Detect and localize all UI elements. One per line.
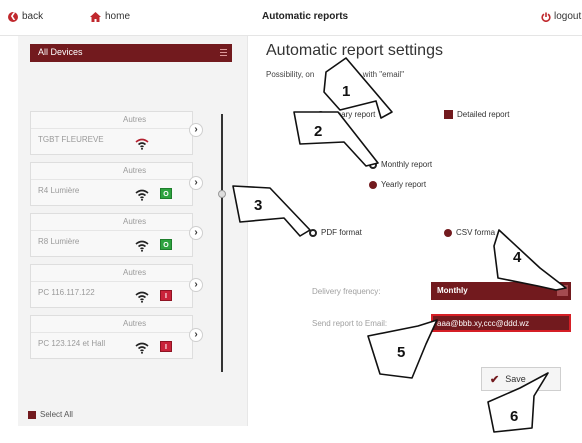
device-expand-button[interactable]: › (189, 226, 203, 240)
csv-format-radio[interactable]: CSV forma (444, 228, 495, 237)
back-arrow-icon: ❮ (8, 11, 18, 22)
pointer-4-icon (493, 229, 567, 291)
divider (31, 281, 192, 282)
device-expand-button[interactable]: › (189, 278, 203, 292)
detailed-report-option[interactable]: Detailed report (444, 110, 509, 119)
device-type: Autres (123, 115, 147, 124)
save-label: Save (505, 374, 526, 384)
step-6-label: 6 (510, 408, 518, 425)
pointer-2-icon (293, 111, 379, 167)
device-name: R8 Lumière (38, 237, 80, 246)
device-expand-button[interactable]: › (189, 123, 203, 137)
device-name: PC 116.117.122 (38, 288, 95, 297)
home-label: home (105, 11, 131, 22)
settings-title: Automatic report settings (266, 42, 443, 59)
wifi-icon (135, 189, 149, 201)
status-badge: O (160, 188, 172, 199)
step-1-label: 1 (342, 83, 350, 100)
divider (31, 179, 192, 180)
email-label: Send report to Email: (312, 319, 388, 328)
pdf-format-label: PDF format (321, 228, 362, 237)
device-name: PC 123.124 et Hall (38, 339, 106, 348)
wifi-icon (135, 342, 149, 354)
step-5-label: 5 (397, 344, 405, 361)
device-card[interactable]: Autres R8 Lumière O (30, 213, 193, 257)
divider (31, 332, 192, 333)
select-all-checkbox[interactable]: Select All (28, 410, 73, 419)
csv-format-label: CSV forma (456, 228, 496, 237)
logout-label: logout (554, 11, 582, 22)
wifi-icon (135, 138, 149, 150)
device-filter-value: All Devices (38, 47, 83, 57)
list-scrollbar[interactable] (221, 114, 223, 372)
radio-icon (444, 228, 452, 237)
home-icon (90, 11, 101, 22)
checkmark-icon: ✔ (490, 373, 500, 386)
power-icon (541, 12, 551, 22)
checkbox-icon (28, 410, 36, 419)
wifi-icon (135, 240, 149, 252)
status-badge: O (160, 239, 172, 250)
menu-icon (220, 49, 227, 56)
yearly-report-label: Yearly report (381, 180, 427, 189)
delivery-frequency-value: Monthly (437, 286, 468, 295)
divider (31, 128, 192, 129)
step-3-label: 3 (254, 197, 262, 214)
status-badge: I (160, 290, 172, 301)
back-label: back (22, 11, 44, 22)
step-2-label: 2 (314, 123, 322, 140)
device-card[interactable]: Autres TGBT FLEUREVE (30, 111, 193, 155)
dropdown-icon (557, 285, 568, 296)
summary-report-option[interactable]: Summary report (318, 110, 375, 119)
device-name: TGBT FLEUREVE (38, 135, 104, 144)
settings-subtitle: Possibility, on with "email" (266, 70, 404, 79)
yearly-report-radio[interactable]: Yearly report (369, 180, 426, 189)
select-all-label: Select All (40, 410, 73, 419)
device-type: Autres (123, 319, 147, 328)
device-type: Autres (123, 166, 147, 175)
email-field[interactable]: aaa@bbb.xy,ccc@ddd.wz (431, 314, 571, 332)
monthly-report-label: Monthly report (381, 160, 433, 169)
wifi-icon (135, 291, 149, 303)
pointer-5-icon (367, 319, 438, 379)
home-button[interactable]: home (90, 11, 130, 22)
subtitle-start: Possibility, on (266, 70, 315, 79)
device-card[interactable]: Autres R4 Lumière O (30, 162, 193, 206)
back-button[interactable]: ❮ back (8, 11, 43, 22)
device-expand-button[interactable]: › (189, 176, 203, 190)
delivery-frequency-select[interactable]: Monthly (431, 282, 571, 300)
device-card[interactable]: Autres PC 116.117.122 I (30, 264, 193, 308)
summary-report-label: Summary report (318, 110, 376, 119)
save-button[interactable]: ✔ Save (481, 367, 561, 391)
logout-button[interactable]: logout (541, 11, 581, 22)
pointer-1-icon (323, 57, 393, 119)
scrollbar-handle[interactable] (218, 190, 226, 198)
monthly-report-radio[interactable]: Monthly report (369, 160, 432, 169)
pdf-format-radio[interactable]: PDF format (309, 228, 362, 237)
page-title: Automatic reports (262, 11, 349, 22)
radio-selected-icon (369, 160, 377, 169)
detailed-report-label: Detailed report (457, 110, 510, 119)
status-badge: I (160, 341, 172, 352)
device-expand-button[interactable]: › (189, 328, 203, 342)
device-filter-select[interactable]: All Devices (30, 44, 232, 62)
step-4-label: 4 (513, 249, 522, 266)
radio-selected-icon (309, 228, 317, 237)
divider (31, 230, 192, 231)
top-bar: ❮ back home Automatic reports logout (0, 0, 582, 36)
device-type: Autres (123, 268, 147, 277)
subtitle-end: with "email" (362, 70, 405, 79)
device-card[interactable]: Autres PC 123.124 et Hall I (30, 315, 193, 359)
device-name: R4 Lumière (38, 186, 80, 195)
checkbox-icon (444, 110, 453, 119)
device-type: Autres (123, 217, 147, 226)
radio-icon (369, 180, 377, 189)
delivery-frequency-label: Delivery frequency: (312, 287, 381, 296)
